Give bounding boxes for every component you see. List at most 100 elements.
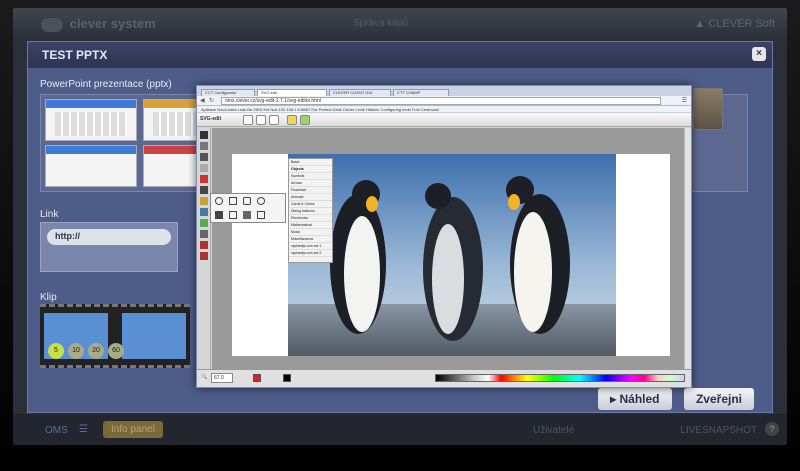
browser-tab-active[interactable]: SVG-edit [257,89,327,96]
browser-window: CCT Configurator SVG-edit CLEVER CLIENT … [196,85,692,388]
menu-item[interactable]: Arrows [289,180,332,187]
menu-item[interactable]: Music [289,229,332,236]
oms-menu[interactable]: OMS [45,425,68,436]
menu-item[interactable]: Animals [289,194,332,201]
user-menu[interactable]: ▲ CLEVER Soft [694,18,775,30]
menu-item[interactable]: Electronics [289,215,332,222]
ellipse-shape-icon[interactable] [257,197,265,205]
live-snapshot-link[interactable]: LIVESNAPSHOT [680,425,757,436]
publish-button[interactable]: Zveřejni [683,388,754,410]
slide-thumbnail[interactable] [45,99,137,141]
link-label: Link [40,209,59,220]
rect-tool-icon[interactable] [200,164,208,172]
browser-tab[interactable]: CCT Configurator [201,89,255,96]
preview-label: Náhled [619,392,660,406]
path-tool-icon[interactable] [200,186,208,194]
slide-thumbnail[interactable] [693,88,723,130]
select-tool-icon[interactable] [200,131,208,139]
slide-thumbnail[interactable] [45,145,137,187]
menu-item[interactable]: raphaeljs.com set 2 [289,250,332,257]
zoom-tool-icon[interactable] [200,219,208,227]
menu-item[interactable]: Cards & Chess [289,201,332,208]
browser-tab[interactable]: CLEVER CLIENT GUI [329,89,391,96]
fill-color-swatch[interactable] [253,374,261,382]
back-icon[interactable]: ◀ [200,97,205,104]
canvas-page[interactable]: Basic Objects Symbols Arrows Flowchart A… [232,154,670,356]
clip-filmstrip: 5 10 20 60 [40,304,190,368]
svg-canvas[interactable]: Basic Objects Symbols Arrows Flowchart A… [212,128,686,371]
help-icon[interactable]: ? [765,422,779,436]
menu-item[interactable]: Basic [289,159,332,166]
url-input[interactable]: oms.clever.cz/svg-edit-2.7.1/svg-editor.… [221,97,661,105]
browser-tabs: CCT Configurator SVG-edit CLEVER CLIENT … [197,86,691,96]
penguins-image[interactable] [288,154,616,356]
clip-duration-button[interactable]: 5 [48,343,64,359]
link-input[interactable]: http:// [47,229,171,245]
close-button[interactable]: × [752,47,766,61]
curve-shape-icon[interactable] [257,211,265,219]
bookmarks-bar[interactable]: Aplikace Nová karta Lsdk Ba VIBS Kril No… [197,106,691,113]
vertical-scrollbar[interactable] [684,128,691,371]
address-bar: ◀ ↻ oms.clever.cz/svg-edit-2.7.1/svg-edi… [197,96,691,106]
new-image-icon[interactable] [243,115,253,125]
menu-item[interactable]: Objects [289,166,332,173]
play-icon: ▸ [610,392,617,406]
menu-item[interactable]: raphaeljs.com set 1 [289,243,332,250]
logo-text: clever system [69,16,156,31]
clip-label: Klip [40,292,57,303]
save-image-icon[interactable] [269,115,279,125]
app-logo: clever system [41,16,156,32]
text-tool-icon[interactable] [200,197,208,205]
stroke-color-swatch[interactable] [283,374,291,382]
info-panel-button[interactable]: Info panel [103,421,163,438]
dialog-header: TEST PPTX × [28,42,772,68]
browser-tab[interactable]: CTT CHAMP [393,89,449,96]
user-icon: ▲ [694,18,706,30]
clip-duration-button[interactable]: 20 [88,343,104,359]
circle-shape-icon[interactable] [215,197,223,205]
menu-item[interactable]: Miscellaneous [289,236,332,243]
open-image-icon[interactable] [256,115,266,125]
wireframe-icon[interactable] [287,115,297,125]
svg-editor-statusbar: 🔍 67.0 [197,369,691,387]
logo-mark-icon [41,17,63,32]
reload-icon[interactable]: ↻ [209,97,214,104]
menu-icon[interactable]: ☰ [79,424,88,435]
eyedropper-tool-icon[interactable] [200,230,208,238]
tools-panel [197,128,211,371]
color-palette[interactable] [435,374,685,382]
zoom-icon: 🔍 [201,374,208,380]
screen-frame: clever system Správa klipů ▲ CLEVER Soft… [0,0,800,471]
star-tool-icon[interactable] [200,241,208,249]
polygon-tool-icon[interactable] [200,252,208,260]
preview-button[interactable]: ▸ Náhled [598,388,672,410]
source-icon[interactable] [300,115,310,125]
shape-picker [210,193,286,223]
line-tool-icon[interactable] [200,153,208,161]
image-tool-icon[interactable] [200,208,208,216]
menu-item[interactable]: Symbols [289,173,332,180]
svg-editor-logo[interactable]: SVG-edit [200,116,221,122]
section-title[interactable]: Správa klipů [353,18,408,29]
zoom-input[interactable]: 67.0 [211,373,233,383]
menu-item[interactable]: Flowchart [289,187,332,194]
user-name: CLEVER Soft [708,18,775,30]
ellipse-tool-icon[interactable] [200,175,208,183]
bottom-bar: OMS ☰ Info panel Uživatelé LIVESNAPSHOT … [13,414,787,445]
square-shape-icon[interactable] [229,197,237,205]
clip-frame[interactable] [122,313,186,359]
dialog-title: TEST PPTX [42,48,108,62]
rounded-rect-shape-icon[interactable] [243,197,251,205]
link-panel: http:// [40,222,178,272]
arrow-shape-icon[interactable] [243,211,251,219]
heart-shape-icon[interactable] [229,211,237,219]
clip-duration-button[interactable]: 10 [68,343,84,359]
menu-item[interactable]: Mathematical [289,222,332,229]
svg-editor-toolbar: SVG-edit [197,113,691,127]
users-link[interactable]: Uživatelé [533,425,574,436]
menu-icon[interactable]: ☰ [682,97,687,104]
clip-duration-button[interactable]: 60 [108,343,124,359]
pencil-tool-icon[interactable] [200,142,208,150]
menu-item[interactable]: Dialog balloons [289,208,332,215]
drop-shape-icon[interactable] [215,211,223,219]
